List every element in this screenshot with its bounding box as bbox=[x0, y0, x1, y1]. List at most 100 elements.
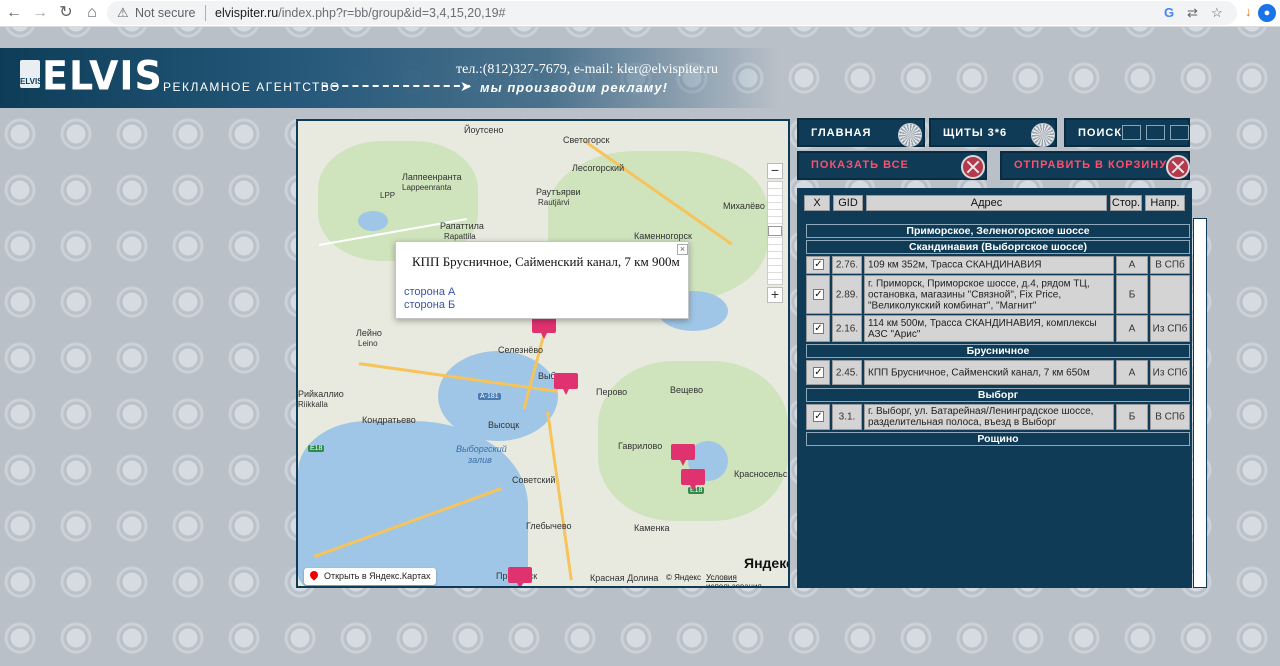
table-row[interactable]: ✓ 2.16. 114 км 500м, Трасса СКАНДИНАВИЯ,… bbox=[806, 315, 1190, 342]
group-header[interactable]: Приморское, Зеленогорское шоссе bbox=[806, 224, 1190, 238]
forward-icon[interactable]: → bbox=[30, 3, 50, 23]
address-cell: г. Приморск, Приморское шоссе, д.4, рядо… bbox=[868, 278, 1090, 311]
column-header-side[interactable]: Стор. bbox=[1110, 195, 1142, 211]
home-button[interactable]: ГЛАВНАЯ bbox=[797, 118, 925, 147]
map-label: Гаврилово bbox=[618, 441, 663, 451]
map-label: Лейно bbox=[356, 328, 382, 338]
table-row[interactable]: ✓ 2.89. г. Приморск, Приморское шоссе, д… bbox=[806, 275, 1190, 314]
zoom-slider[interactable] bbox=[767, 181, 783, 285]
zoom-in-button[interactable]: + bbox=[767, 287, 783, 303]
map-label: Раутъярви bbox=[536, 187, 581, 197]
table-row[interactable]: ✓ 2.45. КПП Брусничное, Сайменский канал… bbox=[806, 360, 1190, 385]
search-input[interactable] bbox=[1146, 125, 1165, 140]
zoom-out-button[interactable]: − bbox=[767, 163, 783, 179]
side-a-link[interactable]: сторона А bbox=[404, 286, 455, 298]
map-label: залив bbox=[468, 455, 492, 465]
group-header[interactable]: Выборг bbox=[806, 388, 1190, 402]
road-shield: A-181 bbox=[478, 393, 501, 400]
address-bar[interactable]: ⚠ Not secure elvispiter.ru/index.php?r=b… bbox=[107, 1, 1237, 25]
search-button[interactable]: ПОИСК bbox=[1064, 118, 1190, 147]
map-label: Каменка bbox=[634, 523, 670, 533]
open-in-yandex-button[interactable]: Открыть в Яндекс.Картах bbox=[304, 568, 437, 585]
group-header[interactable]: Рощино bbox=[806, 432, 1190, 446]
url-text[interactable]: elvispiter.ru/index.php?r=bb/group&id=3,… bbox=[215, 6, 506, 20]
bookmark-star-icon[interactable]: ☆ bbox=[1211, 5, 1223, 21]
profile-icon[interactable]: ● bbox=[1258, 4, 1276, 22]
map-marker[interactable] bbox=[681, 469, 705, 491]
lake bbox=[358, 211, 388, 231]
map-label: Красносельское bbox=[734, 469, 788, 479]
map-marker[interactable] bbox=[508, 567, 532, 586]
row-select-cell[interactable]: ✓ bbox=[806, 256, 830, 274]
column-header-address[interactable]: Адрес bbox=[866, 195, 1107, 211]
map-copyright: © Яндекс bbox=[666, 573, 702, 582]
slogan: мы производим рекламу! bbox=[480, 80, 668, 95]
divider bbox=[205, 5, 206, 21]
back-icon[interactable]: ← bbox=[4, 3, 24, 23]
row-select-cell[interactable]: ✓ bbox=[806, 275, 830, 314]
scrollbar[interactable] bbox=[1193, 218, 1207, 588]
road bbox=[546, 411, 573, 581]
home-icon[interactable]: ⌂ bbox=[82, 3, 102, 23]
map-marker[interactable] bbox=[532, 317, 556, 339]
map-label: Светогорск bbox=[563, 135, 610, 145]
row-checkbox[interactable]: ✓ bbox=[813, 411, 824, 422]
map[interactable]: Йоутсено Светогорск Лесогорский Лаппеенр… bbox=[296, 119, 790, 588]
direction-cell: Из СПб bbox=[1152, 323, 1188, 334]
send-to-cart-label: ОТПРАВИТЬ В КОРЗИНУ bbox=[1014, 159, 1168, 171]
show-all-label: ПОКАЗАТЬ ВСЕ bbox=[811, 159, 909, 171]
row-select-cell[interactable]: ✓ bbox=[806, 360, 830, 385]
column-header-gid[interactable]: GID bbox=[833, 195, 863, 211]
group-header[interactable]: Брусничное bbox=[806, 344, 1190, 358]
side-b-link[interactable]: сторона Б bbox=[404, 299, 455, 311]
row-checkbox[interactable]: ✓ bbox=[813, 288, 824, 300]
logo-mark[interactable]: ELVIS bbox=[20, 60, 43, 88]
map-label: Riikkalla bbox=[298, 400, 328, 409]
close-icon[interactable]: × bbox=[677, 244, 688, 255]
map-marker[interactable] bbox=[671, 444, 695, 466]
map-label: Рапаттила bbox=[440, 221, 484, 231]
yandex-logo[interactable]: Яндекс bbox=[744, 555, 788, 571]
contacts: тел.:(812)327-7679, e-mail: kler@elvispi… bbox=[456, 62, 718, 77]
search-input[interactable] bbox=[1170, 125, 1189, 140]
side-cell: А bbox=[1128, 367, 1136, 378]
map-label: Глебычево bbox=[526, 521, 572, 531]
download-icon[interactable]: ↓ bbox=[1245, 4, 1252, 19]
gid-cell: 2.76. bbox=[835, 259, 859, 271]
group-header[interactable]: Скандинавия (Выборгское шоссе) bbox=[806, 240, 1190, 254]
row-checkbox[interactable]: ✓ bbox=[813, 322, 824, 334]
row-select-cell[interactable]: ✓ bbox=[806, 315, 830, 342]
balloon-title: КПП Брусничное, Сайменский канал, 7 км 9… bbox=[412, 254, 680, 269]
table-row[interactable]: ✓ 3.1. г. Выборг, ул. Батарейная/Ленингр… bbox=[806, 404, 1190, 430]
address-cell: КПП Брусничное, Сайменский канал, 7 км 6… bbox=[868, 367, 1090, 378]
row-checkbox[interactable]: ✓ bbox=[813, 366, 824, 378]
zoom-slider-thumb[interactable] bbox=[768, 226, 782, 236]
search-input[interactable] bbox=[1122, 125, 1141, 140]
direction-cell: Из СПб bbox=[1152, 367, 1188, 378]
boards-button[interactable]: ЩИТЫ 3*6 bbox=[929, 118, 1057, 147]
map-marker[interactable] bbox=[554, 373, 578, 395]
cancel-icon bbox=[1166, 155, 1190, 179]
map-label: Вещево bbox=[670, 385, 704, 395]
row-select-cell[interactable]: ✓ bbox=[806, 404, 830, 430]
show-all-button[interactable]: ПОКАЗАТЬ ВСЕ bbox=[797, 151, 987, 180]
column-header-direction[interactable]: Напр. bbox=[1145, 195, 1185, 211]
agency-tagline: РЕКЛАМНОЕ АГЕНТСТВО bbox=[163, 80, 341, 94]
map-label: Красная Долина bbox=[590, 573, 659, 583]
map-label: Leino bbox=[358, 339, 378, 348]
reload-icon[interactable]: ↻ bbox=[56, 3, 76, 23]
map-label: Кондратьево bbox=[362, 415, 416, 425]
map-label: Селезнёво bbox=[498, 345, 544, 355]
share-icon[interactable]: ⇄ bbox=[1187, 5, 1198, 21]
column-header-x[interactable]: X bbox=[804, 195, 830, 211]
terms-link[interactable]: Условия использования bbox=[706, 573, 788, 586]
warning-icon[interactable]: ⚠ bbox=[117, 5, 129, 21]
logo-text[interactable]: ELVIS bbox=[42, 53, 163, 99]
google-icon[interactable]: G bbox=[1164, 5, 1174, 20]
send-to-cart-button[interactable]: ОТПРАВИТЬ В КОРЗИНУ bbox=[1000, 151, 1190, 180]
row-checkbox[interactable]: ✓ bbox=[813, 259, 824, 270]
gear-icon bbox=[1031, 123, 1055, 147]
gid-cell: 2.89. bbox=[835, 289, 859, 300]
security-status[interactable]: Not secure bbox=[135, 6, 195, 20]
table-row[interactable]: ✓ 2.76. 109 км 352м, Трасса СКАНДИНАВИЯ … bbox=[806, 256, 1190, 274]
